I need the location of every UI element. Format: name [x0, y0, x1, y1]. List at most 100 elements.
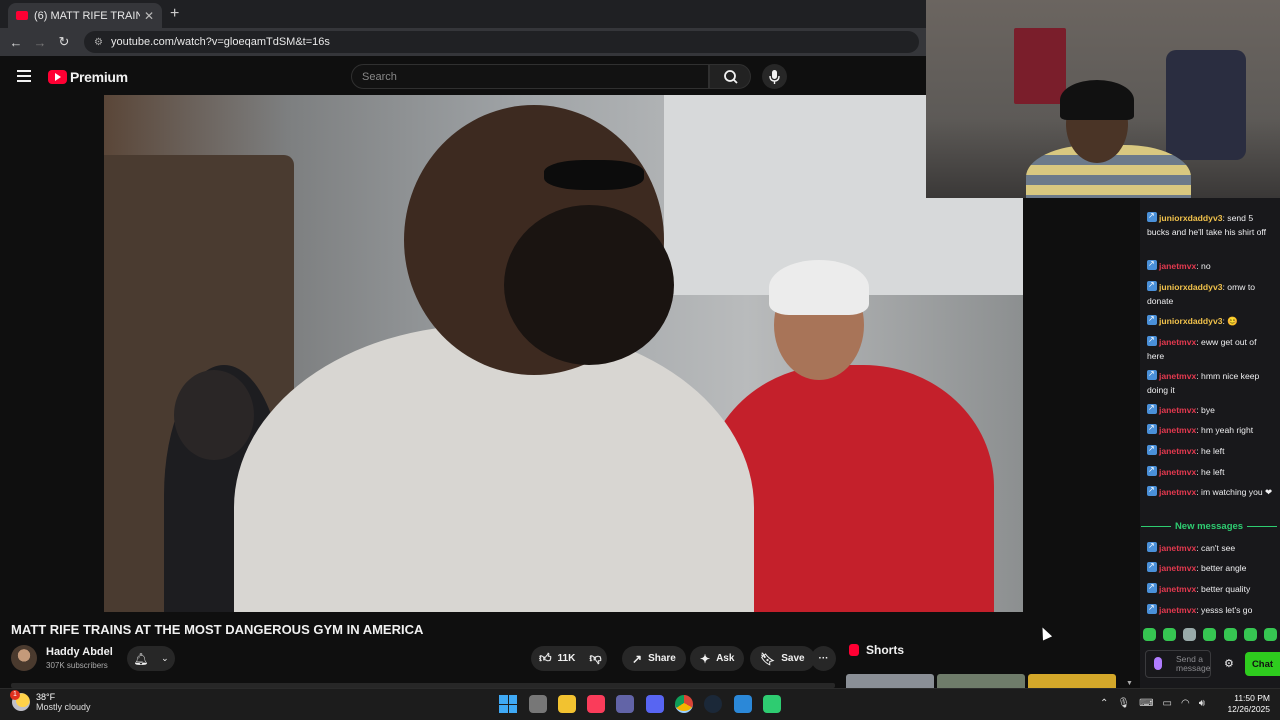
chat-send-button[interactable]: Chat	[1245, 652, 1280, 676]
notification-bell-button[interactable]: 🔔︎ ⌄	[127, 646, 175, 671]
forward-icon[interactable]: →	[28, 35, 52, 50]
chat-username[interactable]: janetmvx	[1159, 425, 1196, 435]
emote-icon[interactable]	[1223, 628, 1237, 641]
browser-tab[interactable]: (6) MATT RIFE TRAINS AT THE MOST DANGERO…	[8, 3, 162, 28]
discord-icon[interactable]	[646, 695, 664, 713]
hamburger-menu-icon[interactable]	[17, 70, 31, 85]
url-field[interactable]: ⚙ youtube.com/watch?v=gloeqamTdSM&t=16s	[84, 31, 919, 53]
share-label: Share	[648, 653, 676, 664]
microphone-icon[interactable]: 🎙︎	[1117, 698, 1130, 709]
more-actions-button[interactable]: ···	[811, 646, 836, 671]
hanging-clothes	[1166, 50, 1246, 160]
new-tab-button[interactable]: +	[170, 5, 179, 23]
obs-app-icon[interactable]	[763, 695, 781, 713]
display-icon[interactable]: ▭	[1163, 698, 1172, 709]
clock-date: 12/26/2025	[1227, 704, 1270, 714]
chat-username[interactable]: janetmvx	[1159, 467, 1196, 477]
search-icon	[724, 70, 738, 84]
teams-icon[interactable]	[616, 695, 634, 713]
start-button-icon[interactable]	[499, 695, 517, 713]
chat-username[interactable]: juniorxdaddyv3	[1159, 213, 1223, 223]
chat-message: janetmvx: im watching you ❤	[1147, 483, 1273, 499]
chat-username[interactable]: janetmvx	[1159, 563, 1196, 573]
music-app-icon[interactable]	[587, 695, 605, 713]
chat-username[interactable]: juniorxdaddyv3	[1159, 282, 1223, 292]
store-icon[interactable]	[734, 695, 752, 713]
shorts-label: Shorts	[866, 643, 905, 657]
reload-icon[interactable]: ↻	[52, 34, 76, 50]
chat-username[interactable]: janetmvx	[1159, 487, 1196, 497]
taskbar-clock[interactable]: 11:50 PM 12/26/2025	[1222, 693, 1270, 715]
emote-icon[interactable]	[1143, 628, 1156, 641]
keyboard-icon[interactable]: ⌨	[1139, 698, 1153, 709]
chat-message: janetmvx: no	[1147, 257, 1273, 273]
youtube-premium-logo[interactable]: Premium	[48, 69, 128, 85]
chat-settings-gear-icon[interactable]: ⚙	[1224, 657, 1234, 670]
address-bar-row: ← → ↻ ⚙ youtube.com/watch?v=gloeqamTdSM&…	[0, 28, 926, 56]
chat-message: janetmvx: can't see	[1147, 539, 1273, 555]
like-icon[interactable]: 👍︎	[539, 651, 552, 666]
chat-badge-icon	[1147, 209, 1157, 223]
tab-close-icon[interactable]: ✕	[144, 9, 154, 23]
chat-badge-icon	[1147, 401, 1157, 415]
save-button[interactable]: 🔖︎ Save	[750, 646, 815, 671]
chat-text: he left	[1201, 467, 1225, 477]
chat-message: janetmvx: eww get out of here	[1147, 333, 1273, 363]
emote-icon[interactable]	[1203, 628, 1217, 641]
url-text: youtube.com/watch?v=gloeqamTdSM&t=16s	[110, 36, 330, 48]
chat-username[interactable]: janetmvx	[1159, 543, 1196, 553]
task-view-icon[interactable]	[529, 695, 547, 713]
chat-username[interactable]: janetmvx	[1159, 584, 1196, 594]
chat-badge-icon	[1147, 580, 1157, 594]
like-count[interactable]: 11K	[558, 653, 576, 664]
channel-avatar[interactable]	[11, 645, 37, 671]
chat-username[interactable]: janetmvx	[1159, 371, 1196, 381]
microphone-icon	[769, 70, 780, 84]
chat-message: janetmvx: he left	[1147, 442, 1273, 458]
windows-taskbar	[0, 688, 1280, 720]
chat-badge-icon	[1147, 463, 1157, 477]
video-player[interactable]	[104, 95, 1023, 612]
chat-username[interactable]: janetmvx	[1159, 446, 1196, 456]
short-thumbnail[interactable]	[937, 674, 1025, 688]
short-thumbnail[interactable]	[1028, 674, 1116, 688]
site-info-icon[interactable]: ⚙	[94, 37, 103, 48]
weather-widget[interactable]: 1 38°F Mostly cloudy	[10, 690, 91, 712]
chat-badge-icon	[1147, 278, 1157, 292]
chat-username[interactable]: janetmvx	[1159, 337, 1196, 347]
dislike-icon[interactable]: 👎︎	[589, 651, 601, 666]
youtube-favicon-icon	[16, 11, 28, 20]
chat-message: janetmvx: he left	[1147, 463, 1273, 479]
search-input[interactable]: Search	[351, 64, 709, 89]
chrome-icon[interactable]	[675, 695, 693, 713]
volume-icon[interactable]: 🔊︎	[1199, 698, 1205, 709]
weather-icon: 1	[10, 690, 30, 711]
steam-icon[interactable]	[704, 695, 722, 713]
scroll-down-arrow-icon[interactable]: ▼	[1126, 680, 1133, 687]
emote-icon[interactable]	[1263, 628, 1277, 641]
chat-mic-icon[interactable]	[1154, 657, 1162, 670]
weather-condition: Mostly cloudy	[36, 702, 91, 712]
file-explorer-icon[interactable]	[558, 695, 576, 713]
wifi-icon[interactable]: ◠	[1181, 698, 1190, 709]
chat-text: no	[1201, 261, 1211, 271]
emote-icon[interactable]	[1163, 628, 1177, 641]
shorts-header: Shorts	[849, 643, 904, 657]
share-button[interactable]: ↗ Share	[622, 646, 686, 671]
chat-username[interactable]: janetmvx	[1159, 261, 1196, 271]
search-button[interactable]	[709, 64, 751, 89]
chat-username[interactable]: juniorxdaddyv3	[1159, 316, 1223, 326]
chat-text: he left	[1201, 446, 1225, 456]
back-icon[interactable]: ←	[4, 35, 28, 50]
chevron-up-icon[interactable]: ⌃	[1100, 698, 1108, 709]
voice-search-button[interactable]	[762, 64, 787, 89]
ask-button[interactable]: ✦ Ask	[690, 646, 745, 671]
chat-username[interactable]: janetmvx	[1159, 605, 1196, 615]
channel-name[interactable]: Haddy Abdel	[46, 646, 113, 658]
chat-username[interactable]: janetmvx	[1159, 405, 1196, 415]
emote-icon[interactable]	[1183, 628, 1197, 641]
chat-message: janetmvx: hmm nice keep doing it	[1147, 367, 1273, 397]
divider-line	[1141, 525, 1171, 527]
emote-icon[interactable]	[1243, 628, 1257, 641]
short-thumbnail[interactable]	[846, 674, 934, 688]
